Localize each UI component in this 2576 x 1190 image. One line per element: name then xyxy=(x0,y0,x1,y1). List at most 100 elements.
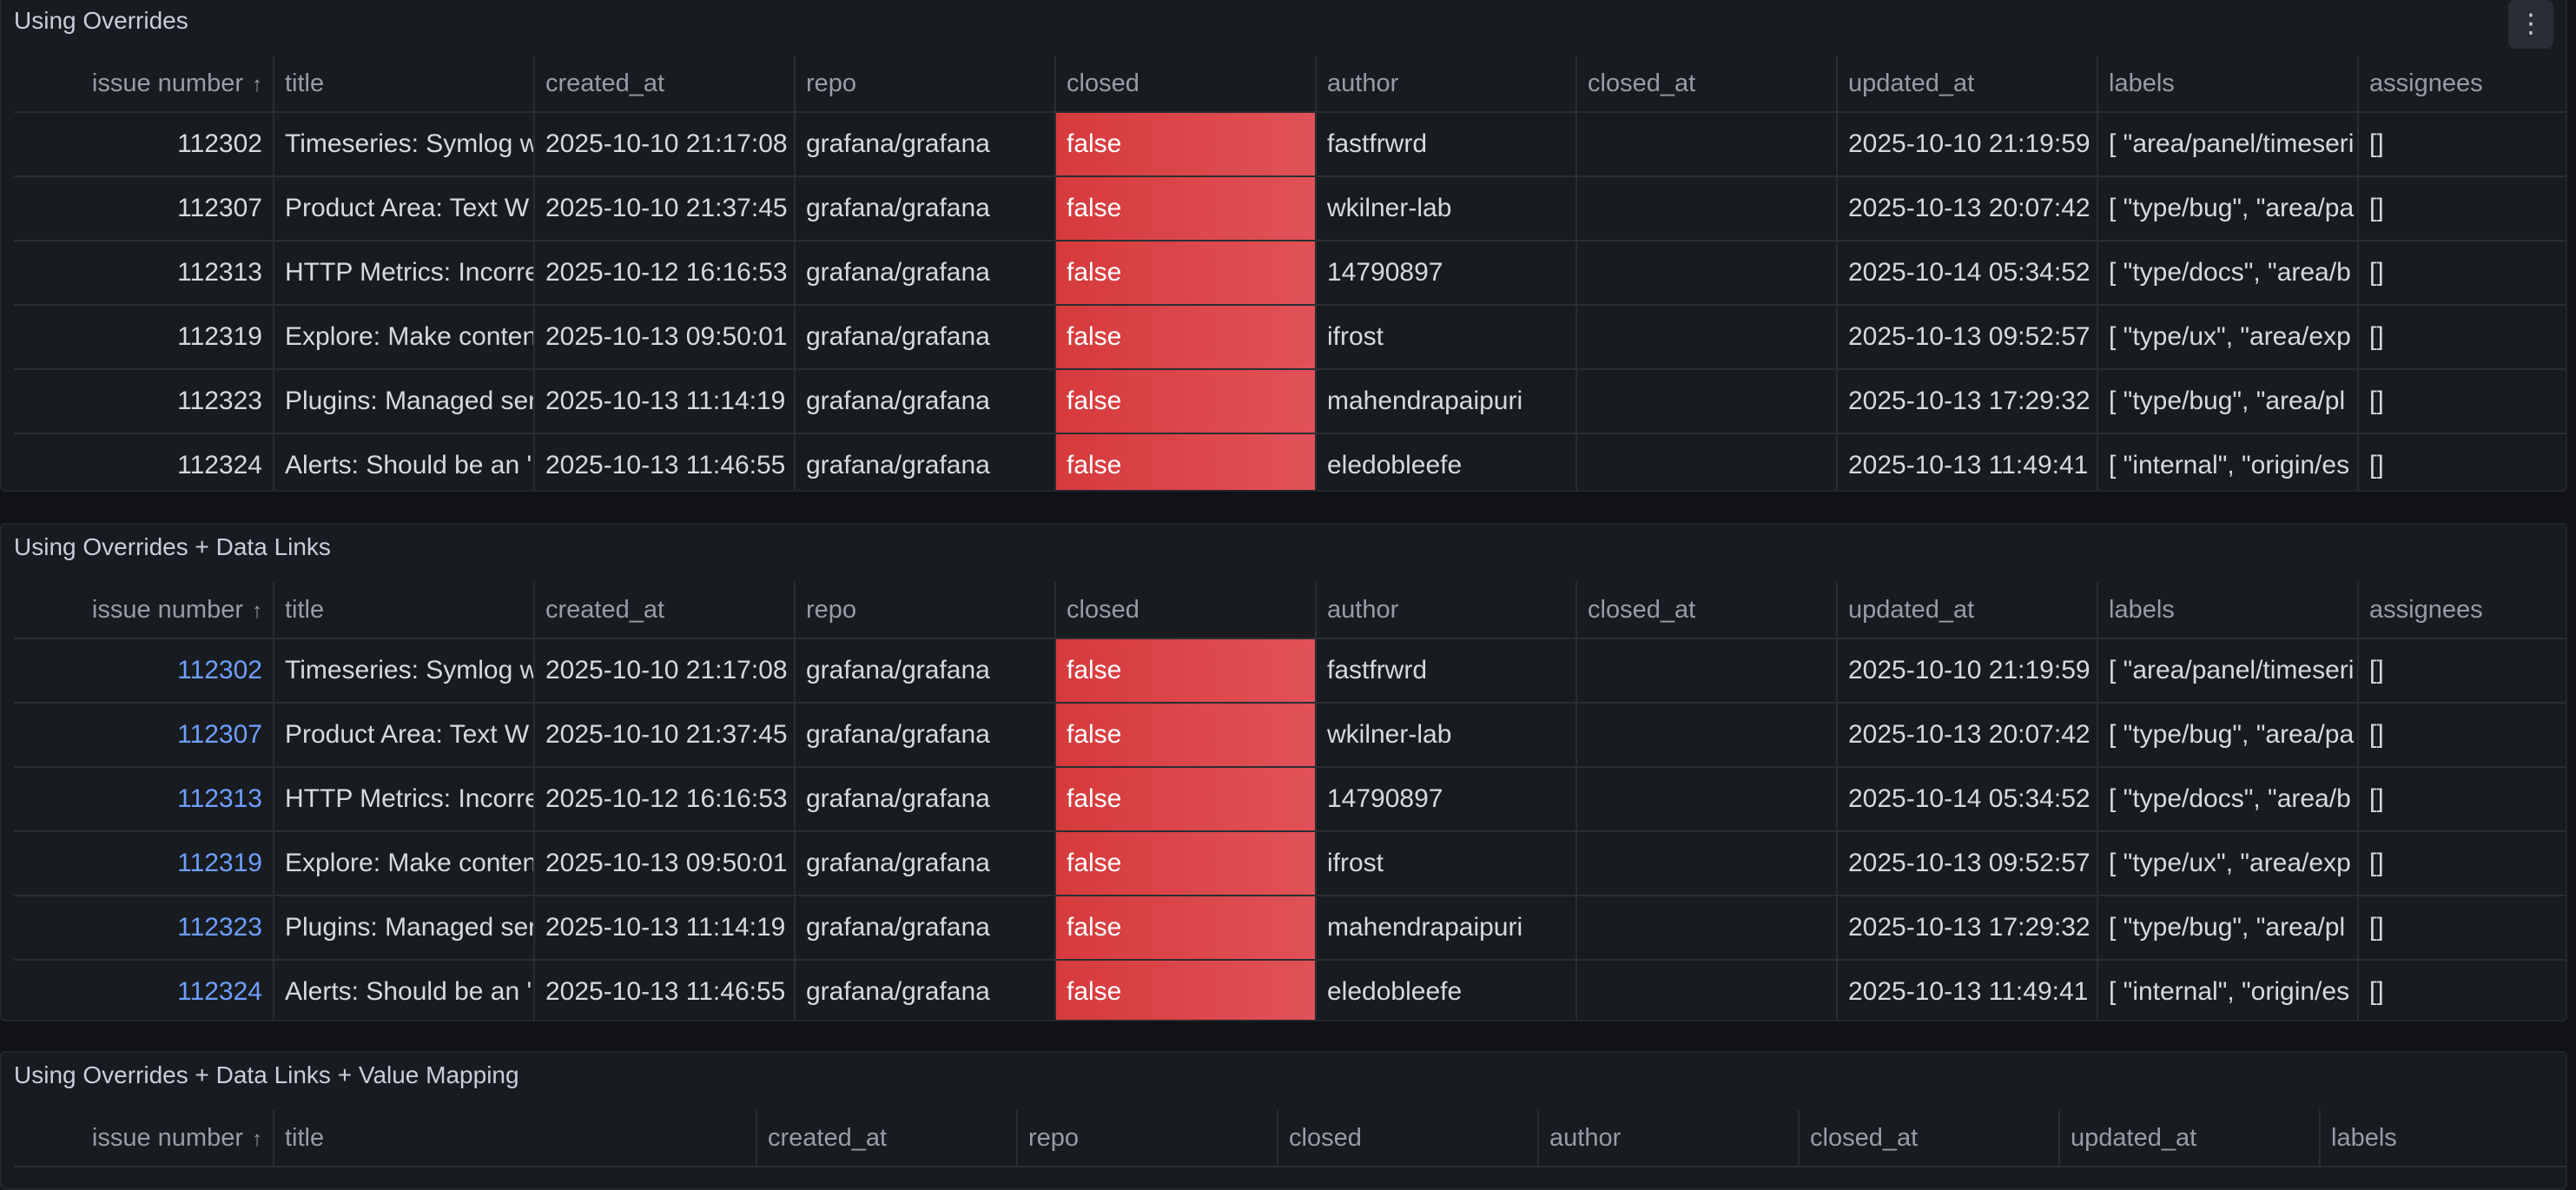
table-header-row: issue number ↑ title created_at repo closed au… xyxy=(14,582,2566,639)
cell-assignees: [] xyxy=(2359,639,2566,702)
cell-issue-number-link[interactable]: 112307 xyxy=(14,704,274,766)
panel-menu-button[interactable]: ⋮ xyxy=(2508,0,2553,49)
column-header-label: repo xyxy=(1028,1124,1080,1152)
column-header-labels[interactable]: labels xyxy=(2098,56,2359,111)
column-header-created-at[interactable]: created_at xyxy=(757,1110,1018,1166)
column-header-issue-number[interactable]: issue number ↑ xyxy=(14,56,274,111)
cell-updated-at: 2025-10-13 17:29:32 xyxy=(1838,370,2098,433)
table-header-row: issue number ↑ title created_at repo closed au… xyxy=(14,1110,2566,1167)
column-header-repo[interactable]: repo xyxy=(796,56,1056,111)
column-header-labels[interactable]: labels xyxy=(2321,1110,2566,1166)
cell-author: wkilner-lab xyxy=(1317,704,1577,766)
cell-repo: grafana/grafana xyxy=(796,896,1056,959)
column-header-updated-at[interactable]: updated_at xyxy=(2060,1110,2321,1166)
column-header-assignees[interactable]: assignees xyxy=(2359,582,2566,638)
cell-repo: grafana/grafana xyxy=(796,434,1056,490)
column-header-label: created_at xyxy=(545,69,665,97)
cell-closed: false xyxy=(1056,370,1317,433)
cell-created-at: 2025-10-12 16:16:53 xyxy=(535,768,796,830)
cell-assignees: [] xyxy=(2359,113,2566,175)
column-header-closed[interactable]: closed xyxy=(1056,582,1317,638)
column-header-updated-at[interactable]: updated_at xyxy=(1838,582,2098,638)
cell-closed-at xyxy=(1577,704,1838,766)
column-header-title[interactable]: title xyxy=(274,582,535,638)
cell-assignees: [] xyxy=(2359,961,2566,1020)
column-header-title[interactable]: title xyxy=(274,56,535,111)
cell-created-at: 2025-10-12 16:16:53 xyxy=(535,241,796,304)
table-header-row: issue number ↑ title created_at repo closed au… xyxy=(14,56,2566,113)
column-header-label: created_at xyxy=(545,596,665,624)
cell-labels: [ "type/bug", "area/pa xyxy=(2098,177,2359,240)
column-header-closed[interactable]: closed xyxy=(1056,56,1317,111)
column-header-closed-at[interactable]: closed_at xyxy=(1577,582,1838,638)
cell-repo: grafana/grafana xyxy=(796,113,1056,175)
cell-created-at: 2025-10-10 21:37:45 xyxy=(535,177,796,240)
column-header-created-at[interactable]: created_at xyxy=(535,582,796,638)
cell-title: Product Area: Text W xyxy=(274,704,535,766)
cell-issue-number: 112319 xyxy=(14,306,274,368)
column-header-closed[interactable]: closed xyxy=(1278,1110,1539,1166)
cell-author: mahendrapaipuri xyxy=(1317,896,1577,959)
cell-issue-number-link[interactable]: 112302 xyxy=(14,639,274,702)
cell-assignees: [] xyxy=(2359,768,2566,830)
cell-updated-at: 2025-10-13 09:52:57 xyxy=(1838,832,2098,895)
column-header-updated-at[interactable]: updated_at xyxy=(1838,56,2098,111)
column-header-title[interactable]: title xyxy=(274,1110,757,1166)
cell-labels: [ "type/ux", "area/exp xyxy=(2098,832,2359,895)
cell-closed: false xyxy=(1056,434,1317,490)
table: issue number ↑ title created_at repo closed au… xyxy=(14,582,2566,1020)
cell-author: 14790897 xyxy=(1317,241,1577,304)
column-header-issue-number[interactable]: issue number ↑ xyxy=(14,582,274,638)
column-header-label: closed_at xyxy=(1810,1124,1919,1152)
cell-closed: false xyxy=(1056,177,1317,240)
cell-title: Alerts: Should be an ' xyxy=(274,434,535,490)
column-header-labels[interactable]: labels xyxy=(2098,582,2359,638)
cell-created-at: 2025-10-10 21:17:08 xyxy=(535,113,796,175)
column-header-label: author xyxy=(1327,596,1399,624)
column-header-label: closed_at xyxy=(1588,596,1696,624)
column-header-assignees[interactable]: assignees xyxy=(2359,56,2566,111)
column-header-closed-at[interactable]: closed_at xyxy=(1577,56,1838,111)
table-row: 112302 Timeseries: Symlog w 2025-10-10 21:… xyxy=(14,639,2566,704)
cell-created-at: 2025-10-10 21:37:45 xyxy=(535,704,796,766)
cell-author: 14790897 xyxy=(1317,768,1577,830)
cell-closed-at xyxy=(1577,306,1838,368)
cell-author: eledobleefe xyxy=(1317,434,1577,490)
column-header-repo[interactable]: repo xyxy=(796,582,1056,638)
cell-updated-at: 2025-10-14 05:34:52 xyxy=(1838,241,2098,304)
cell-closed-at xyxy=(1577,896,1838,959)
column-header-label: labels xyxy=(2109,69,2175,97)
cell-issue-number-link[interactable]: 112319 xyxy=(14,832,274,895)
cell-labels: [ "type/docs", "area/b xyxy=(2098,768,2359,830)
panel-using-overrides-data-links: Using Overrides + Data Links issue numbe… xyxy=(0,523,2567,1021)
cell-created-at: 2025-10-13 11:46:55 xyxy=(535,434,796,490)
cell-issue-number-link[interactable]: 112313 xyxy=(14,768,274,830)
cell-assignees: [] xyxy=(2359,434,2566,490)
table-row: 112302 Timeseries: Symlog w 2025-10-10 21:… xyxy=(14,113,2566,177)
column-header-repo[interactable]: repo xyxy=(1018,1110,1278,1166)
column-header-created-at[interactable]: created_at xyxy=(535,56,796,111)
cell-created-at: 2025-10-10 21:17:08 xyxy=(535,639,796,702)
column-header-author[interactable]: author xyxy=(1317,582,1577,638)
column-header-label: author xyxy=(1327,69,1399,97)
column-header-label: assignees xyxy=(2369,596,2483,624)
cell-updated-at: 2025-10-13 11:49:41 xyxy=(1838,961,2098,1020)
cell-created-at: 2025-10-13 09:50:01 xyxy=(535,306,796,368)
cell-assignees: [] xyxy=(2359,241,2566,304)
table-row: 112324 Alerts: Should be an ' 2025-10-13 1… xyxy=(14,434,2566,490)
column-header-issue-number[interactable]: issue number ↑ xyxy=(14,1110,274,1166)
cell-assignees: [] xyxy=(2359,370,2566,433)
cell-labels: [ "type/bug", "area/pl xyxy=(2098,370,2359,433)
cell-created-at: 2025-10-13 11:46:55 xyxy=(535,961,796,1020)
cell-issue-number-link[interactable]: 112324 xyxy=(14,961,274,1020)
cell-assignees: [] xyxy=(2359,306,2566,368)
column-header-closed-at[interactable]: closed_at xyxy=(1800,1110,2060,1166)
table: issue number ↑ title created_at repo closed au… xyxy=(14,1110,2566,1167)
column-header-author[interactable]: author xyxy=(1317,56,1577,111)
cell-issue-number-link[interactable]: 112323 xyxy=(14,896,274,959)
cell-closed: false xyxy=(1056,896,1317,959)
table: issue number ↑ title created_at repo closed au… xyxy=(14,56,2566,490)
cell-issue-number: 112324 xyxy=(14,434,274,490)
column-header-author[interactable]: author xyxy=(1539,1110,1800,1166)
column-header-label: labels xyxy=(2331,1124,2397,1152)
